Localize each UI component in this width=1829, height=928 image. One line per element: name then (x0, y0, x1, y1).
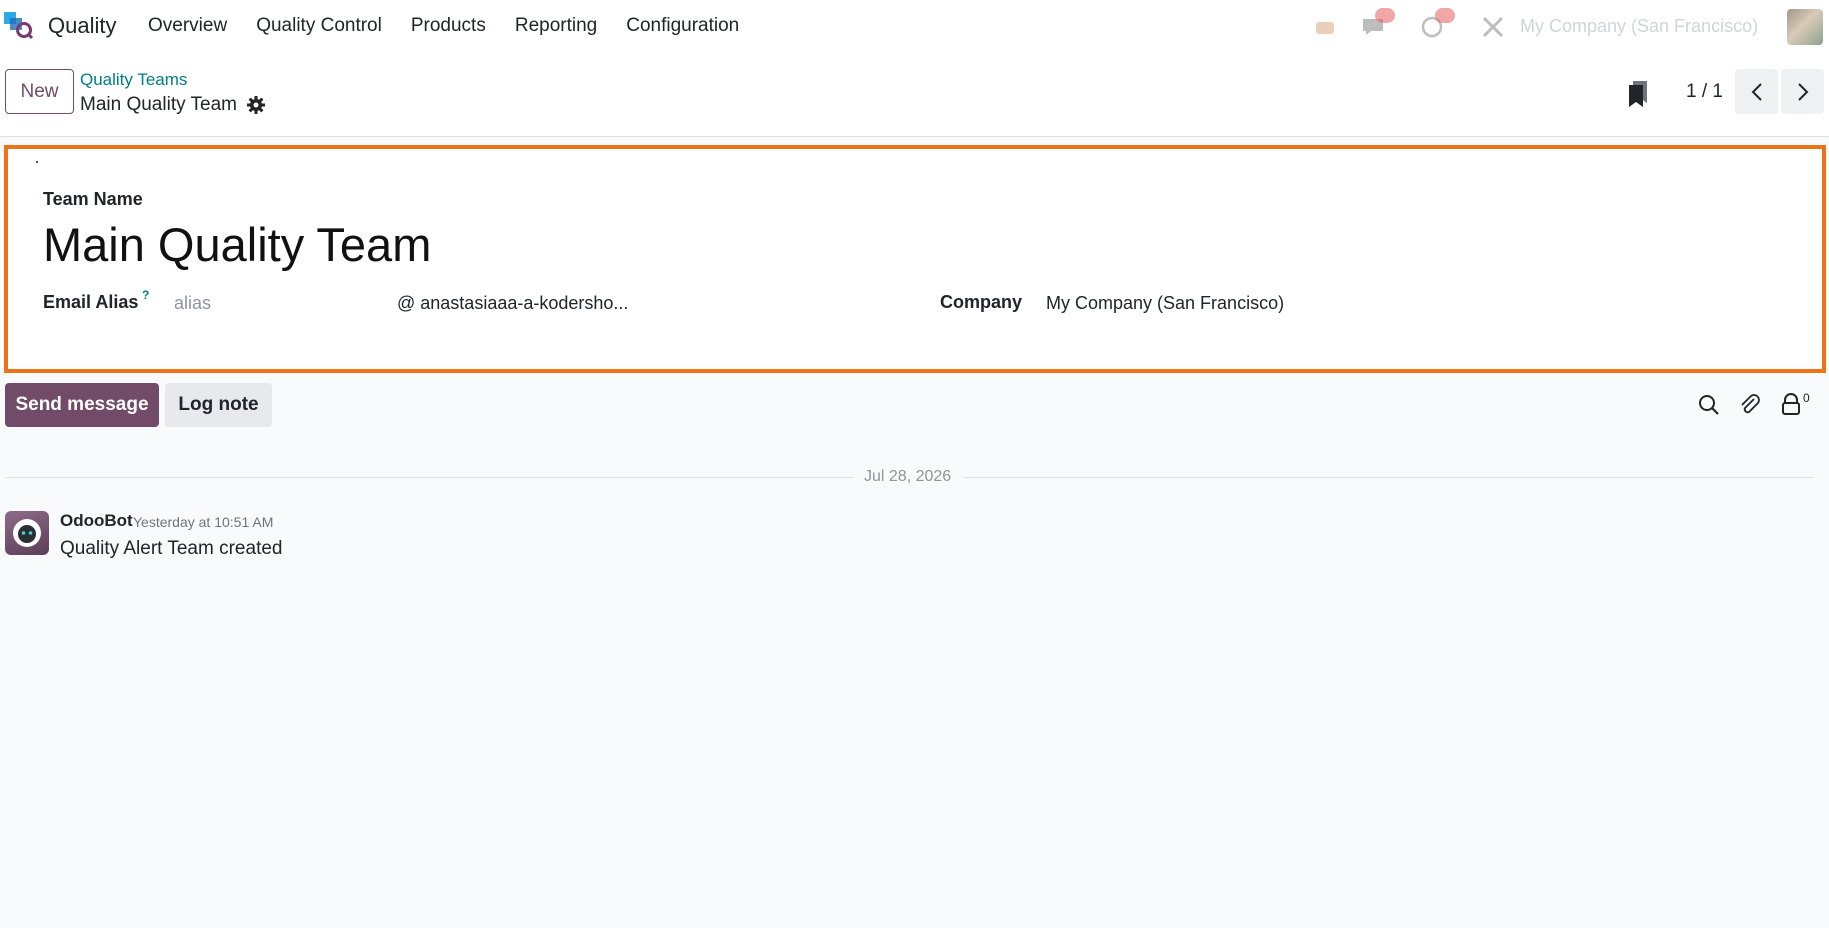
activity-badge (1435, 8, 1455, 23)
paperclip-icon[interactable] (1738, 393, 1762, 417)
menu-reporting[interactable]: Reporting (515, 15, 597, 37)
team-name-label: Team Name (43, 189, 143, 209)
followers-icon[interactable] (1779, 393, 1803, 417)
date-separator-line-left (5, 477, 854, 478)
menu-overview[interactable]: Overview (148, 15, 227, 37)
search-icon[interactable] (1697, 393, 1721, 417)
email-alias-help-tooltip[interactable]: ? (142, 288, 149, 302)
chevron-right-icon (1797, 82, 1808, 101)
robot-icon (13, 519, 41, 547)
new-button[interactable]: New (5, 69, 74, 114)
message-author[interactable]: OdooBot (60, 511, 133, 531)
send-message-button[interactable]: Send message (5, 383, 159, 427)
pager-value[interactable]: 1 / 1 (1686, 81, 1723, 103)
odoobot-avatar[interactable] (5, 511, 49, 555)
breadcrumb-quality-teams[interactable]: Quality Teams (80, 70, 187, 90)
gear-icon[interactable] (246, 95, 266, 115)
email-alias-label: Email Alias (43, 292, 139, 312)
message-body: Quality Alert Team created (60, 538, 283, 559)
breadcrumb-current: Main Quality Team (80, 94, 237, 115)
company-field[interactable]: My Company (San Francisco) (1046, 293, 1284, 314)
pager-previous-button[interactable] (1735, 69, 1778, 114)
form-sheet: Team Name Main Quality Team Email Alias … (4, 145, 1826, 373)
control-panel: New Quality Teams Main Quality Team 1 / … (0, 53, 1829, 137)
menu-quality-control[interactable]: Quality Control (256, 15, 382, 37)
followers-count: 0 (1803, 391, 1810, 405)
menu-products[interactable]: Products (411, 15, 486, 37)
company-switcher[interactable]: My Company (San Francisco) (1520, 16, 1758, 37)
team-name-field[interactable]: Main Quality Team (43, 217, 431, 272)
decorative-dot (36, 161, 38, 163)
main-menu: Overview Quality Control Products Report… (148, 15, 768, 37)
user-avatar[interactable] (1787, 9, 1823, 45)
company-label: Company (940, 292, 1023, 312)
message-time: Yesterday at 10:51 AM (133, 514, 274, 530)
menu-configuration[interactable]: Configuration (626, 15, 739, 37)
app-name[interactable]: Quality (48, 13, 116, 39)
log-note-button[interactable]: Log note (165, 383, 272, 427)
top-navbar: Quality Overview Quality Control Product… (0, 0, 1829, 53)
date-separator-line-right (963, 477, 1814, 478)
chevron-left-icon (1751, 82, 1762, 101)
date-separator: Jul 28, 2026 (864, 468, 952, 485)
alias-domain: @ anastasiaaa-a-kodersho... (397, 293, 629, 313)
debug-icon[interactable] (1312, 14, 1338, 38)
tools-icon[interactable] (1480, 14, 1506, 38)
email-alias-input[interactable]: alias (174, 293, 211, 314)
messages-badge (1375, 8, 1395, 23)
bookmark-icon[interactable] (1625, 79, 1651, 107)
quality-app-logo-icon[interactable] (4, 12, 34, 40)
pager-next-button[interactable] (1781, 69, 1824, 114)
